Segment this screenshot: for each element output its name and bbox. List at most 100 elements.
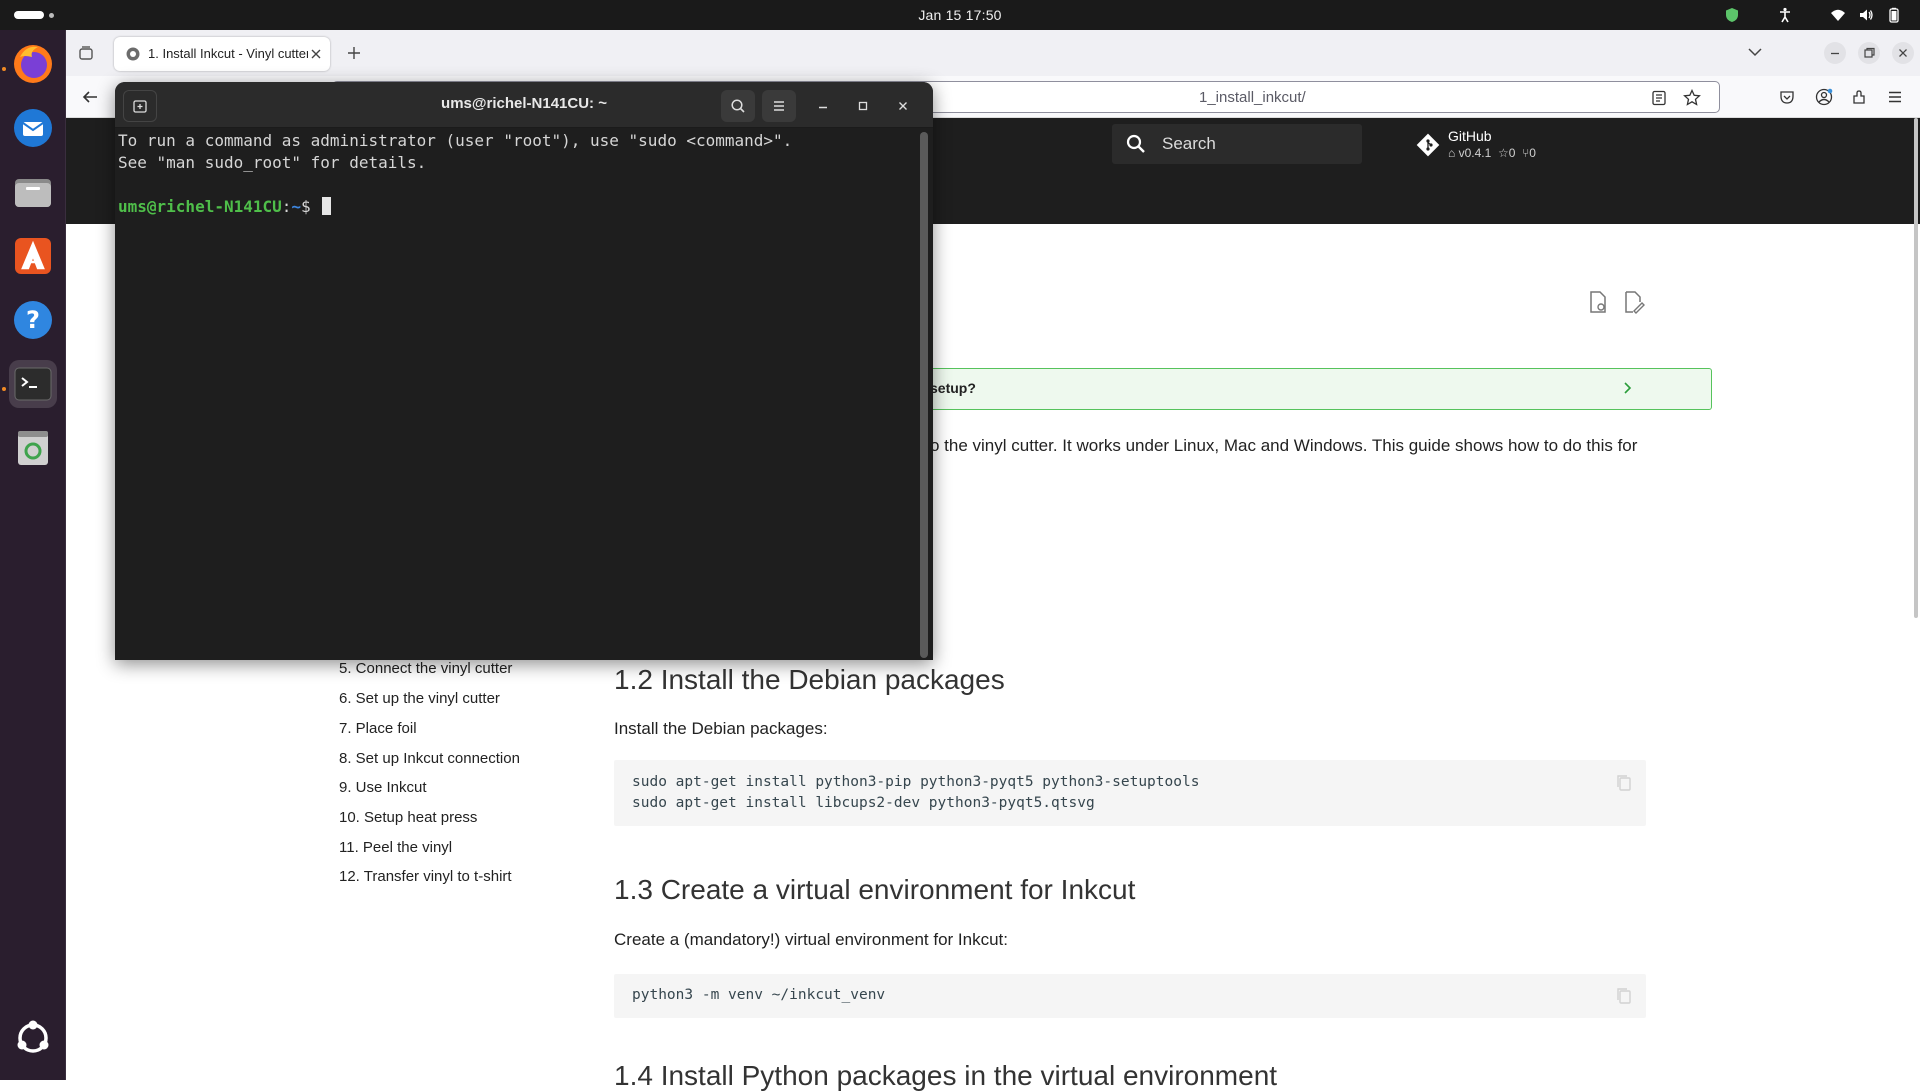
dock: ? [0,30,66,1080]
terminal-minimize-button[interactable] [808,90,838,122]
nav-link[interactable]: 8. Set up Inkcut connection [339,750,520,767]
close-window-button[interactable] [1892,42,1914,64]
section-heading: 1.4 Install Python packages in the virtu… [614,1060,1278,1091]
prompt-symbol: $ [301,197,321,216]
app-center-launcher[interactable] [9,232,57,280]
nav-link[interactable]: 9. Use Inkcut [339,779,427,796]
extensions-icon[interactable] [1851,88,1869,106]
code-line[interactable]: python3 -m venv ~/inkcut_venv [632,987,885,1003]
terminal-header-bar[interactable]: ums@richel-N141CU: ~ [115,82,933,128]
tab-close-icon[interactable] [310,48,322,60]
tab-strip: 1. Install Inkcut - Vinyl cutter [66,30,1920,76]
maximize-icon [858,101,868,111]
section-paragraph: Create a (mandatory!) virtual environmen… [614,930,1008,949]
show-apps-button[interactable] [9,1014,57,1062]
prompt-user: ums@richel-N141CU [118,197,282,216]
git-icon[interactable] [1416,133,1440,157]
code-line[interactable]: sudo apt-get install libcups2-dev python… [632,795,1095,811]
terminal-window[interactable]: ums@richel-N141CU: ~ To run a command as… [115,82,933,660]
terminal-line: See "man sudo_root" for details. [118,153,427,172]
admonition-title[interactable]: setup? [930,380,976,396]
nav-link[interactable]: 5. Connect the vinyl cutter [339,660,512,677]
search-icon [731,99,745,113]
terminal-close-button[interactable] [888,90,918,122]
section-heading: 1.2 Install the Debian packages [614,664,1005,695]
nav-link[interactable]: 7. Place foil [339,720,417,737]
battery-icon[interactable] [1886,7,1902,23]
section-paragraph: Install the Debian packages: [614,719,828,738]
thunderbird-launcher[interactable] [9,104,57,152]
nav-link[interactable]: 10. Setup heat press [339,809,477,826]
help-launcher[interactable]: ? [9,296,57,344]
nav-link[interactable]: 11. Peel the vinyl [339,839,452,856]
star-icon: ☆ [1497,146,1509,160]
restore-button[interactable] [1858,42,1880,64]
thunderbird-icon [14,109,52,147]
terminal-search-button[interactable] [721,90,755,122]
code-block[interactable]: sudo apt-get install python3-pip python3… [614,760,1646,826]
restore-icon [1864,47,1875,58]
accessibility-icon[interactable] [1777,7,1793,23]
view-source-icon[interactable] [1586,290,1610,314]
copy-icon[interactable] [1616,987,1632,1005]
section-heading: 1.3 Create a virtual environment for Ink… [614,874,1136,905]
security-shield-icon[interactable] [1724,7,1740,23]
close-icon [899,102,907,110]
code-block[interactable]: python3 -m venv ~/inkcut_venv [614,974,1646,1018]
prompt-path: ~ [291,197,302,216]
app-center-icon [15,238,51,274]
new-tab-icon[interactable] [347,46,361,60]
page-scrollbar[interactable] [1914,118,1918,618]
terminal-prompt-line[interactable]: ums@richel-N141CU:~$ [118,196,908,218]
chevron-right-icon[interactable] [1620,381,1634,395]
site-favicon-icon [126,47,140,61]
trash-launcher[interactable] [9,424,57,472]
prompt-separator: : [281,197,292,216]
repo-link[interactable]: GitHub [1448,128,1492,144]
url-text[interactable]: 1_install_inkcut/ [1199,89,1306,106]
nav-link[interactable]: 12. Transfer vinyl to t-shirt [339,868,512,885]
tab-active[interactable]: 1. Install Inkcut - Vinyl cutter [114,37,330,71]
intro-paragraph: o the vinyl cutter. It works under Linux… [930,436,1638,455]
terminal-line: To run a command as administrator (user … [118,131,793,150]
back-icon[interactable] [82,89,98,105]
svg-text:?: ? [26,306,40,334]
copy-icon[interactable] [1616,774,1632,792]
running-indicator [2,67,6,71]
terminal-launcher[interactable] [9,360,57,408]
list-all-tabs-icon[interactable] [1748,47,1762,57]
app-menu-icon[interactable] [1887,89,1903,105]
terminal-scrollbar[interactable] [920,132,928,658]
terminal-menu-button[interactable] [762,90,796,122]
hamburger-menu-icon [774,101,784,111]
nav-link[interactable]: 6. Set up the vinyl cutter [339,690,500,707]
code-line[interactable]: sudo apt-get install python3-pip python3… [632,774,1199,790]
terminal-maximize-button[interactable] [848,90,878,122]
edit-page-icon[interactable] [1621,290,1645,314]
repo-facts: ⌂ v0.4.1 ☆0 ⑂0 [1448,146,1536,160]
tag-icon: ⌂ [1448,146,1456,160]
repo-version: v0.4.1 [1458,146,1492,160]
site-search-placeholder: Search [1162,134,1216,153]
bookmark-star-icon[interactable] [1683,89,1701,107]
close-icon [1899,49,1907,57]
repo-forks: 0 [1529,146,1536,160]
minimize-button[interactable] [1824,42,1846,64]
clock[interactable]: Jan 15 17:50 [0,0,1920,30]
wifi-icon[interactable] [1830,7,1846,23]
repo-stars: 0 [1508,146,1516,160]
files-launcher[interactable] [9,168,57,216]
text-cursor [322,197,332,215]
account-icon[interactable] [1815,88,1833,106]
terminal-output[interactable]: To run a command as administrator (user … [118,130,908,658]
volume-icon[interactable] [1858,7,1874,23]
firefox-launcher[interactable] [9,40,57,88]
minimize-icon [819,106,827,109]
files-icon [15,179,51,207]
reader-view-icon[interactable] [1651,90,1667,106]
pocket-icon[interactable] [1779,89,1795,105]
minimize-icon [1831,52,1839,55]
terminal-icon [14,367,52,401]
site-search-box[interactable]: Search [1112,124,1362,164]
tab-overview-icon[interactable] [78,45,94,61]
